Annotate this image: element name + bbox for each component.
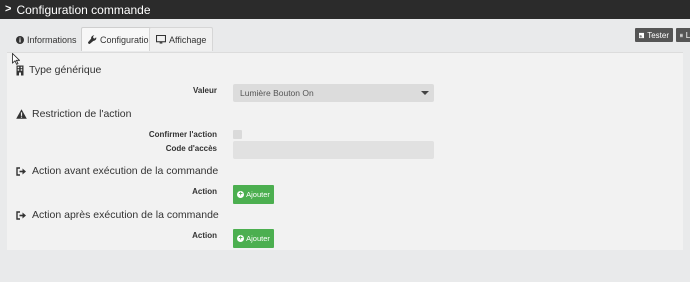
- section-restriction: Restriction de l'action: [16, 108, 131, 120]
- tab-bar: Informations Configuration Affichage: [0, 19, 690, 52]
- tab-configuration-label: Configuration: [100, 34, 154, 45]
- tab-affichage[interactable]: Affichage: [149, 27, 214, 51]
- valeur-select[interactable]: Lumière Bouton On: [233, 84, 434, 102]
- wrench-icon: [88, 35, 97, 44]
- section-action-apres: Action après exécution de la commande: [16, 209, 219, 221]
- warning-icon: [16, 109, 27, 119]
- section-type-generique-title: Type générique: [29, 64, 102, 76]
- valeur-label: Valeur: [192, 86, 217, 95]
- sign-out-icon: [16, 210, 26, 220]
- building-icon: [16, 65, 24, 75]
- partial-button-label: Li: [685, 30, 690, 40]
- ajouter-avant-label: Ajouter: [246, 190, 270, 199]
- ajouter-avant-button[interactable]: + Ajouter: [233, 185, 274, 204]
- action-apres-label: Action: [192, 231, 217, 240]
- tab-affichage-label: Affichage: [169, 34, 207, 45]
- valeur-selected-value: Lumière Bouton On: [240, 88, 314, 98]
- tab-informations-label: Informations: [27, 34, 77, 45]
- modal-title: Configuration commande: [16, 2, 151, 17]
- chevron-right-icon: >: [5, 3, 12, 15]
- info-circle-icon: [16, 35, 24, 44]
- caret-down-icon: [421, 91, 429, 95]
- action-avant-label: Action: [192, 187, 217, 196]
- partial-toolbar-button[interactable]: Li: [676, 28, 690, 42]
- confirmer-checkbox[interactable]: [233, 130, 242, 139]
- code-acces-input[interactable]: [233, 141, 434, 159]
- tester-button[interactable]: Tester: [635, 28, 673, 42]
- sign-out-icon: [16, 166, 26, 176]
- section-type-generique: Type générique: [16, 64, 101, 76]
- code-acces-label: Code d'accès: [165, 144, 217, 153]
- confirmer-label: Confirmer l'action: [148, 130, 217, 139]
- rss-icon: [639, 32, 645, 38]
- ajouter-apres-label: Ajouter: [246, 234, 270, 243]
- list-icon: [680, 33, 683, 37]
- ajouter-apres-button[interactable]: + Ajouter: [233, 229, 274, 248]
- section-action-avant: Action avant exécution de la commande: [16, 165, 218, 177]
- monitor-icon: [156, 35, 166, 44]
- tester-label: Tester: [647, 30, 669, 40]
- plus-circle-icon: +: [237, 235, 245, 242]
- plus-circle-icon: +: [237, 191, 245, 198]
- section-restriction-title: Restriction de l'action: [32, 108, 132, 120]
- tab-informations[interactable]: Informations: [9, 27, 84, 51]
- section-action-avant-title: Action avant exécution de la commande: [32, 165, 219, 177]
- modal-titlebar: > Configuration commande: [0, 0, 690, 19]
- section-action-apres-title: Action après exécution de la commande: [32, 209, 219, 221]
